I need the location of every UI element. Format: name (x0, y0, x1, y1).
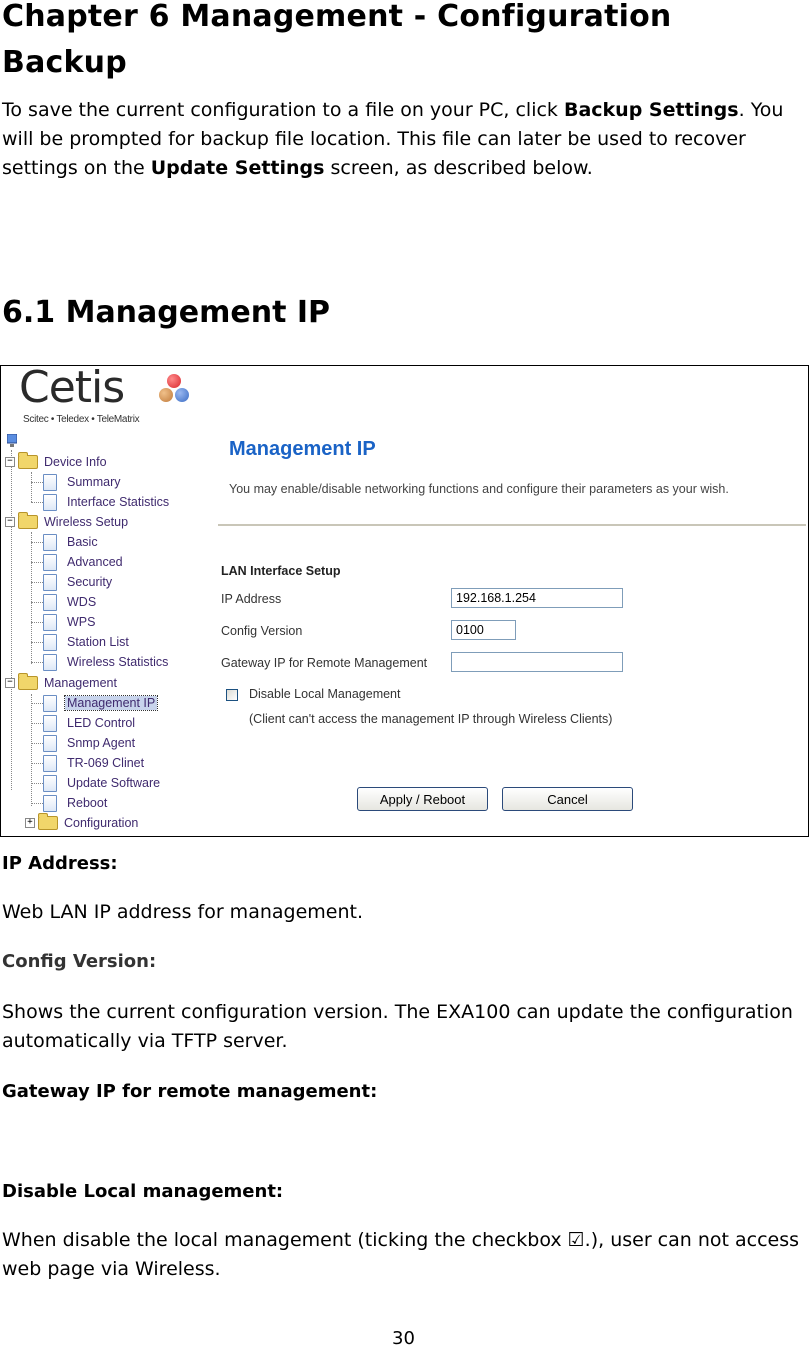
tree-item-security[interactable]: Security (31, 572, 114, 592)
page-icon (43, 774, 57, 792)
tree-guide (11, 450, 12, 790)
tree-item-snmp-agent[interactable]: Snmp Agent (31, 733, 137, 753)
ip-address-description: Web LAN IP address for management. (2, 901, 363, 923)
intro-text-3: screen, as described below. (324, 157, 593, 179)
folder-open-icon (18, 452, 38, 469)
disable-local-management-heading: Disable Local management: (2, 1181, 284, 1202)
ip-address-heading: IP Address: (2, 853, 118, 874)
gateway-ip-heading: Gateway IP for remote management: (2, 1081, 378, 1102)
page-icon (43, 714, 57, 732)
tree-item-station-list[interactable]: Station List (31, 632, 131, 652)
page-number: 30 (392, 1328, 415, 1349)
content-title: Management IP (229, 438, 376, 460)
intro-paragraph: To save the current configuration to a f… (2, 96, 802, 183)
folder-closed-icon (38, 813, 58, 830)
gateway-ip-input[interactable] (451, 652, 623, 672)
disable-local-management-description: When disable the local management (ticki… (2, 1229, 800, 1280)
logo-tagline: Scitec • Teledex • TeleMatrix (23, 414, 140, 425)
tree-item-tr069-client[interactable]: TR-069 Clinet (31, 753, 146, 773)
divider (218, 524, 806, 526)
logo-dot-red (167, 374, 181, 388)
content-panel: Management IP You may enable/disable net… (216, 432, 808, 832)
tree-item-advanced[interactable]: Advanced (31, 552, 125, 572)
page-icon (43, 633, 57, 651)
page-icon (43, 473, 57, 491)
page-icon (43, 493, 57, 511)
content-description: You may enable/disable networking functi… (229, 482, 729, 496)
folder-open-icon (18, 673, 38, 690)
lan-interface-setup-heading: LAN Interface Setup (221, 564, 341, 578)
tree-item-wds[interactable]: WDS (31, 592, 98, 612)
page-icon (43, 754, 57, 772)
page-icon (43, 553, 57, 571)
page-icon (43, 734, 57, 752)
tree-group-wireless-setup[interactable]: − Wireless Setup (5, 512, 130, 532)
tree-item-wps[interactable]: WPS (31, 612, 97, 632)
collapse-icon[interactable]: − (5, 517, 15, 527)
tree-item-interface-statistics[interactable]: Interface Statistics (31, 492, 171, 512)
config-version-description: Shows the current configuration version.… (2, 1001, 793, 1052)
tree-item-management-ip[interactable]: Management IP (31, 693, 159, 713)
folder-open-icon (18, 512, 38, 529)
cetis-logo: Cetis Scitec • Teledex • TeleMatrix (19, 366, 199, 430)
tree-item-summary[interactable]: Summary (31, 472, 122, 492)
section-title: 6.1 Management IP (2, 295, 331, 330)
tree-item-update-software[interactable]: Update Software (31, 773, 162, 793)
computer-icon (7, 434, 17, 447)
collapse-icon[interactable]: − (5, 678, 15, 688)
cancel-button[interactable]: Cancel (502, 787, 633, 811)
logo-brand: Cetis (19, 365, 125, 413)
page-icon (43, 613, 57, 631)
tree-group-device-info[interactable]: − Device Info (5, 452, 109, 472)
page-icon (43, 694, 57, 712)
intro-text-1: To save the current configuration to a f… (2, 99, 564, 121)
tree-item-basic[interactable]: Basic (31, 532, 100, 552)
gateway-ip-label: Gateway IP for Remote Management (221, 656, 428, 670)
management-ip-screenshot: Cetis Scitec • Teledex • TeleMatrix − De… (0, 365, 809, 837)
disable-local-management-checkbox[interactable] (226, 689, 238, 701)
tree-group-configuration[interactable]: + Configuration (25, 813, 140, 833)
config-version-heading: Config Version: (2, 951, 157, 972)
navigation-tree: − Device Info Summary Interface Statisti… (5, 432, 210, 832)
page-icon (43, 573, 57, 591)
update-settings-term: Update Settings (150, 157, 325, 179)
tree-group-management[interactable]: − Management (5, 673, 119, 693)
logo-dot-brown (159, 388, 173, 402)
disable-local-management-label: Disable Local Management (249, 687, 401, 701)
logo-dot-blue (175, 388, 189, 402)
tree-item-wireless-statistics[interactable]: Wireless Statistics (31, 652, 170, 672)
apply-reboot-button[interactable]: Apply / Reboot (357, 787, 488, 811)
tree-item-reboot[interactable]: Reboot (31, 793, 109, 813)
ip-address-label: IP Address (221, 592, 282, 606)
config-version-input[interactable] (451, 620, 516, 640)
page-icon (43, 533, 57, 551)
tree-item-led-control[interactable]: LED Control (31, 713, 137, 733)
collapse-icon[interactable]: − (5, 457, 15, 467)
chapter-title: Chapter 6 Management - Configuration Bac… (2, 0, 672, 80)
backup-settings-term: Backup Settings (563, 99, 739, 121)
disable-local-management-note: (Client can't access the management IP t… (249, 712, 613, 726)
expand-icon[interactable]: + (25, 818, 35, 828)
page-icon (43, 593, 57, 611)
page-icon (43, 794, 57, 812)
page-icon (43, 653, 57, 671)
ip-address-input[interactable] (451, 588, 623, 608)
config-version-label: Config Version (221, 624, 303, 638)
